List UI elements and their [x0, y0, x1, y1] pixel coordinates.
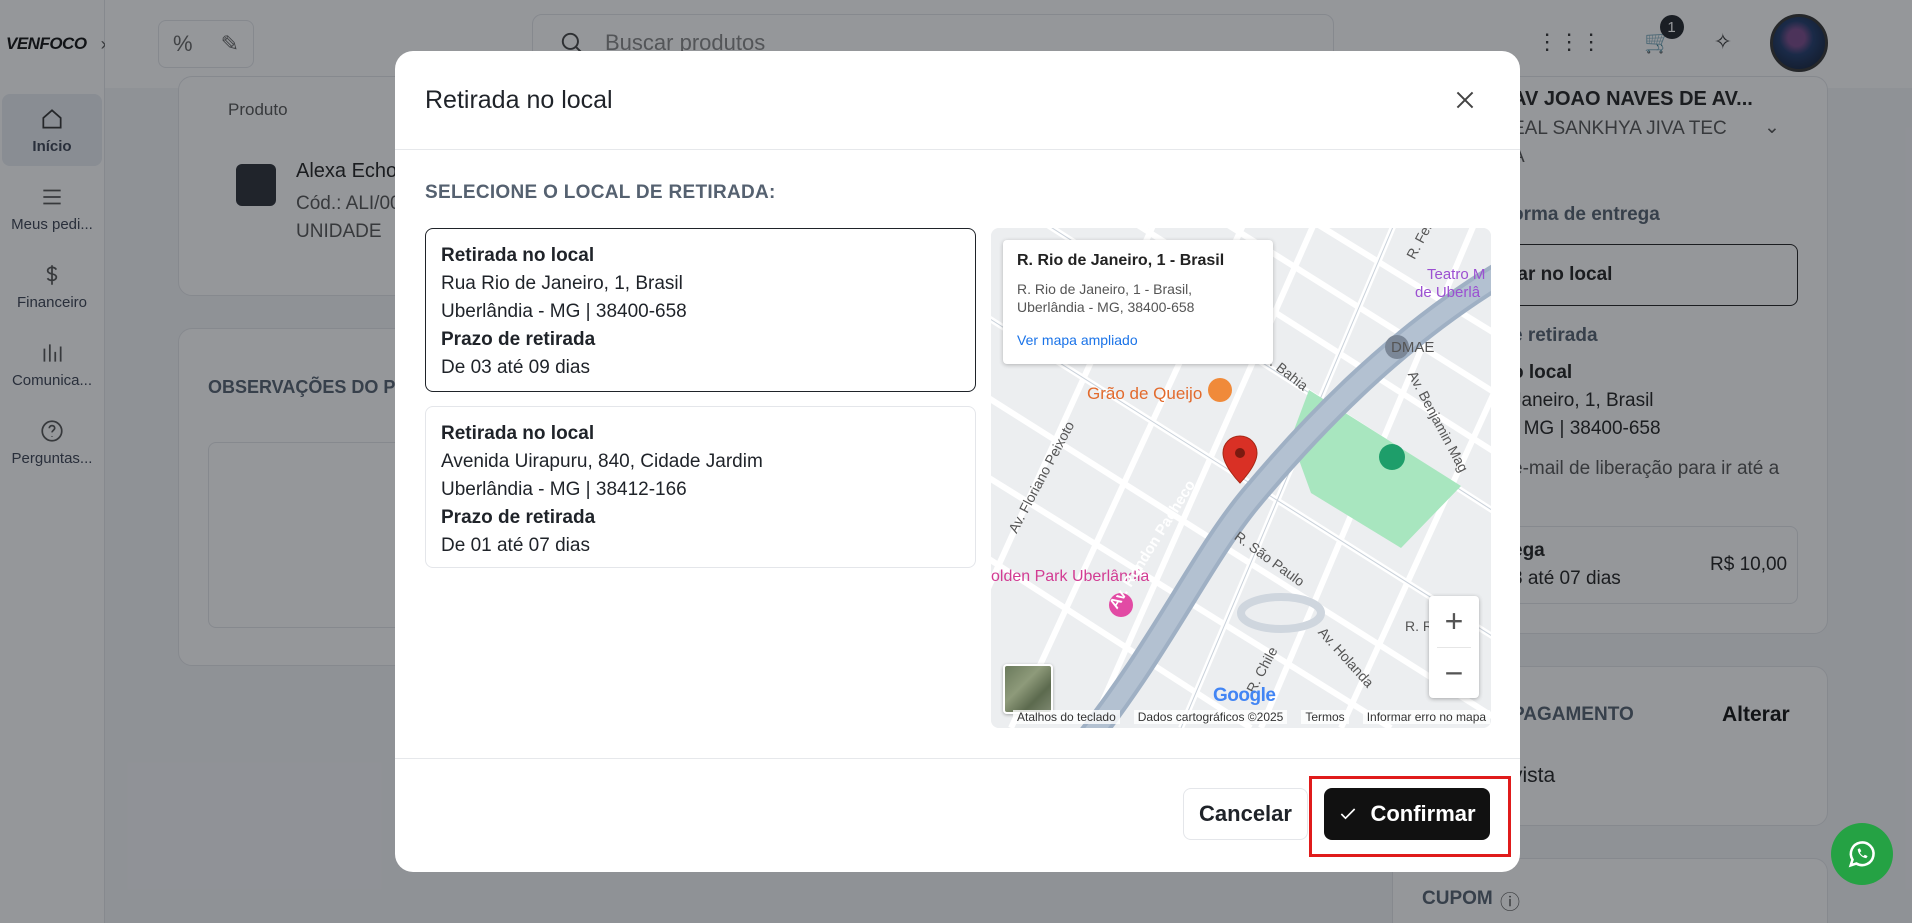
option-street: Avenida Uirapuru, 840, Cidade Jardim	[441, 451, 763, 472]
map[interactable]: Grão de Queijo Teatro M de Uberlâ DMAE o…	[991, 228, 1491, 728]
pickup-option-2[interactable]: Retirada no local Avenida Uirapuru, 840,…	[425, 406, 976, 568]
option-city: Uberlândia - MG | 38412-166	[441, 479, 687, 500]
option-street: Rua Rio de Janeiro, 1, Brasil	[441, 273, 683, 294]
map-label: Teatro M	[1427, 266, 1486, 283]
pickup-modal: Retirada no local SELECIONE O LOCAL DE R…	[395, 51, 1520, 872]
zoom-control: + −	[1429, 596, 1479, 698]
report-error-link[interactable]: Informar erro no mapa	[1362, 710, 1491, 724]
google-logo-text: Google	[1213, 685, 1276, 706]
whatsapp-icon	[1848, 841, 1875, 868]
map-info-title: R. Rio de Janeiro, 1 - Brasil	[1017, 252, 1225, 269]
option-deadline-label: Prazo de retirada	[441, 329, 596, 350]
map-info-window: R. Rio de Janeiro, 1 - Brasil R. Rio de …	[1003, 240, 1273, 364]
option-deadline-label: Prazo de retirada	[441, 507, 596, 528]
map-label: DMAE	[1391, 339, 1435, 356]
map-label: Grão de Queijo	[1087, 384, 1203, 403]
pickup-option-1[interactable]: Retirada no local Rua Rio de Janeiro, 1,…	[425, 228, 976, 392]
map-info-addr1: R. Rio de Janeiro, 1 - Brasil,	[1017, 281, 1193, 297]
modal-title: Retirada no local	[425, 85, 613, 114]
option-title: Retirada no local	[441, 245, 595, 266]
map-footer: Atalhos do teclado Dados cartográficos ©…	[991, 706, 1491, 728]
close-icon[interactable]	[1452, 87, 1478, 113]
section-label: SELECIONE O LOCAL DE RETIRADA:	[425, 182, 776, 203]
map-label: de Uberlâ	[1415, 284, 1481, 301]
park-poi-icon	[1379, 444, 1405, 470]
map-info-addr2: Uberlândia - MG, 38400-658	[1017, 299, 1195, 315]
zoom-out-button[interactable]: −	[1429, 648, 1479, 699]
cafe-poi-icon	[1208, 378, 1232, 402]
map-data-credit: Dados cartográficos ©2025	[1133, 710, 1288, 724]
view-larger-map-link[interactable]: Ver mapa ampliado	[1017, 332, 1259, 348]
option-deadline: De 03 até 09 dias	[441, 357, 590, 378]
option-deadline: De 01 até 07 dias	[441, 535, 590, 556]
terms-link[interactable]: Termos	[1301, 710, 1349, 724]
cancel-button[interactable]: Cancelar	[1183, 788, 1308, 840]
whatsapp-button[interactable]	[1831, 823, 1893, 885]
keyboard-shortcuts-link[interactable]: Atalhos do teclado	[1013, 710, 1120, 724]
zoom-in-button[interactable]: +	[1429, 596, 1479, 647]
highlight-box	[1309, 776, 1511, 857]
option-city: Uberlândia - MG | 38400-658	[441, 301, 687, 322]
google-logo: Google	[1213, 685, 1276, 707]
option-title: Retirada no local	[441, 423, 595, 444]
modal-header: Retirada no local	[395, 51, 1520, 150]
